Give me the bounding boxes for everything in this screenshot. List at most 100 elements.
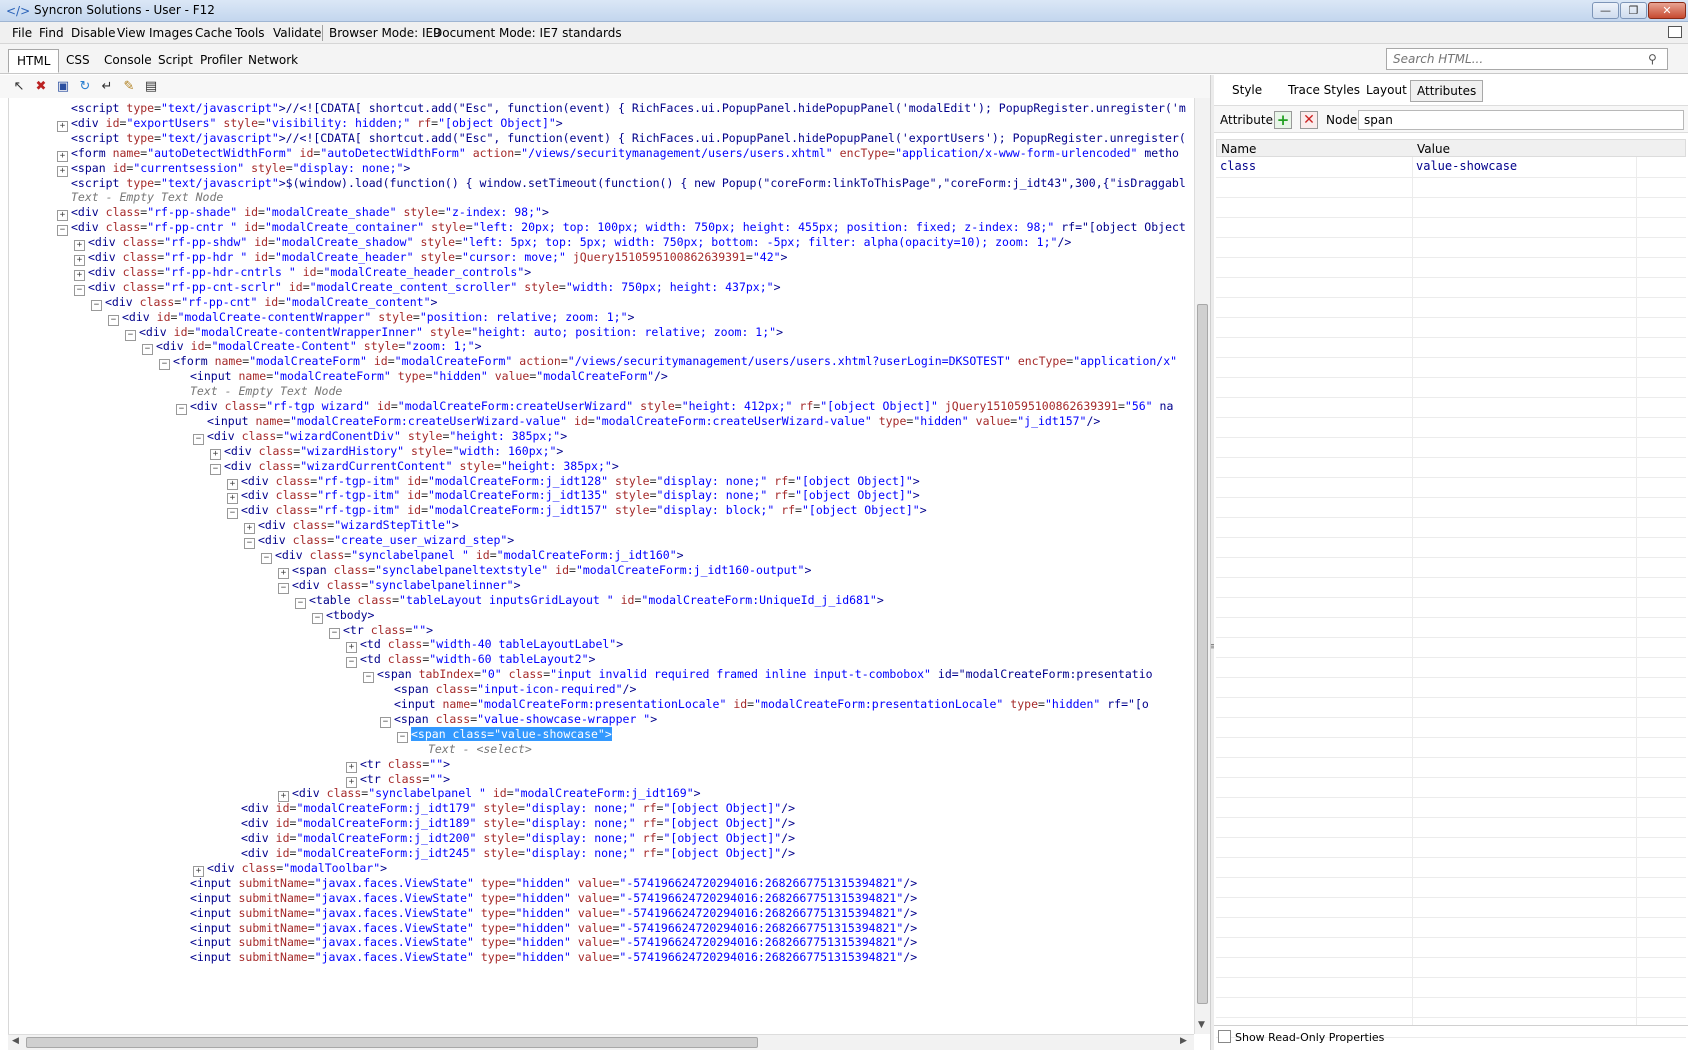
collapse-icon[interactable]: −: [193, 433, 204, 445]
tree-node[interactable]: Text - Empty Text Node: [176, 383, 342, 399]
scroll-down-arrow-icon[interactable]: ▼: [1198, 1020, 1205, 1030]
tab-network[interactable]: Network: [240, 49, 306, 73]
tree-node[interactable]: + <div class="rf-pp-hdr " id="modalCreate…: [74, 249, 787, 266]
menu-images[interactable]: Images: [149, 26, 193, 40]
tree-node[interactable]: <input submitName="javax.faces.ViewState…: [176, 890, 917, 906]
tree-node[interactable]: <script type="text/javascript">//<![CDAT…: [57, 130, 1186, 146]
scroll-left-arrow-icon[interactable]: ◀: [12, 1036, 19, 1046]
menu-validate[interactable]: Validate: [273, 26, 321, 40]
menu-browser-mode[interactable]: Browser Mode: IE9: [329, 26, 441, 40]
tree-node[interactable]: + <div class="synclabelpanel " id="modalC…: [278, 785, 701, 803]
collapse-icon[interactable]: −: [74, 284, 85, 296]
collapse-icon[interactable]: −: [278, 582, 289, 594]
save-icon[interactable]: ▣: [54, 78, 72, 95]
delete-attribute-icon[interactable]: ✕: [1300, 111, 1318, 129]
collapse-icon[interactable]: −: [363, 672, 374, 684]
tree-node[interactable]: <div id="modalCreateForm:j_idt200" style…: [227, 830, 795, 846]
tree-node[interactable]: − <td class="width-60 tableLayout2">: [346, 651, 595, 669]
tree-node[interactable]: + <div class="rf-pp-shade" id="modalCreat…: [57, 204, 549, 222]
collapse-icon[interactable]: −: [312, 612, 323, 624]
tree-node[interactable]: <div id="modalCreateForm:j_idt245" style…: [227, 845, 795, 861]
tree-node[interactable]: − <div class="rf-tgp wizard" id="modalCre…: [176, 398, 1173, 415]
selected-tree-node[interactable]: − <span class="value-showcase">: [397, 726, 612, 743]
tree-node[interactable]: + <div class="rf-tgp-itm" id="modalCreate…: [227, 473, 920, 490]
tree-node[interactable]: − <div id="modalCreate-Content" style="zo…: [142, 338, 482, 356]
tree-node[interactable]: + <div class="rf-tgp-itm" id="modalCreate…: [227, 487, 920, 505]
collapse-icon[interactable]: −: [380, 716, 391, 728]
collapse-icon[interactable]: −: [108, 314, 119, 326]
tree-node[interactable]: + <tr class="">: [346, 756, 450, 773]
tree-node[interactable]: − <div id="modalCreate-contentWrapper" st…: [108, 309, 634, 326]
column-header-name[interactable]: Name: [1221, 142, 1256, 156]
clear-icon[interactable]: ✖: [32, 78, 50, 95]
tree-node[interactable]: − <tr class="">: [329, 622, 433, 639]
tree-horizontal-scrollbar[interactable]: ◀ ▶: [8, 1034, 1194, 1050]
tree-node[interactable]: − <div class="synclabelpanelinner">: [278, 577, 521, 594]
collapse-icon[interactable]: −: [329, 627, 340, 639]
tree-node[interactable]: + <div class="wizardHistory" style="width…: [210, 443, 563, 460]
menu-find[interactable]: Find: [39, 26, 64, 40]
tree-node[interactable]: <input name="modalCreateForm:createUserW…: [193, 413, 1100, 429]
collapse-icon[interactable]: −: [159, 359, 170, 371]
word-wrap-icon[interactable]: ↵: [98, 78, 116, 95]
tab-style[interactable]: Style: [1226, 80, 1268, 102]
tree-node[interactable]: + <div class="modalToolbar">: [193, 860, 387, 877]
node-name-field[interactable]: [1358, 110, 1684, 130]
collapse-icon[interactable]: −: [397, 731, 408, 743]
collapse-icon[interactable]: −: [125, 329, 136, 341]
collapse-icon[interactable]: −: [227, 508, 238, 520]
menu-view[interactable]: View: [117, 26, 145, 40]
collapse-icon[interactable]: −: [91, 299, 102, 311]
tree-node[interactable]: <input name="modalCreateForm:presentatio…: [380, 696, 1149, 712]
tree-node[interactable]: <input submitName="javax.faces.ViewState…: [176, 920, 917, 936]
tree-node[interactable]: + <div class="rf-pp-hdr-cntrls " id="moda…: [74, 264, 531, 281]
tree-node[interactable]: <input submitName="javax.faces.ViewState…: [176, 875, 917, 891]
menu-tools[interactable]: Tools: [235, 26, 265, 40]
tree-node[interactable]: + <span class="synclabelpaneltextstyle" i…: [278, 562, 811, 579]
tree-vertical-scrollbar[interactable]: ▼: [1194, 98, 1210, 1034]
tree-node[interactable]: <script type="text/javascript">//<![CDAT…: [57, 100, 1186, 116]
tree-node[interactable]: − <span class="value-showcase-wrapper ">: [380, 711, 657, 728]
tree-node[interactable]: <input name="modalCreateForm" type="hidd…: [176, 368, 668, 384]
tab-attributes[interactable]: Attributes: [1410, 80, 1484, 102]
vertical-scroll-thumb[interactable]: [1197, 304, 1208, 1004]
attribute-value-cell[interactable]: value-showcase: [1416, 159, 1517, 173]
collapse-icon[interactable]: −: [142, 344, 153, 356]
tree-node[interactable]: − <div class="rf-tgp-itm" id="modalCreate…: [227, 502, 927, 520]
tree-node[interactable]: + <span id="currentsession" style="displa…: [57, 160, 410, 177]
collapse-icon[interactable]: −: [261, 553, 272, 564]
html-dom-tree[interactable]: <script type="text/javascript">//<![CDAT…: [8, 98, 1194, 1034]
tree-node[interactable]: + <div class="rf-pp-shdw" id="modalCreate…: [74, 234, 1071, 252]
tree-node[interactable]: − <div class="rf-pp-cnt" id="modalCreate_…: [91, 294, 437, 311]
collapse-icon[interactable]: −: [176, 404, 187, 415]
tree-node[interactable]: <input submitName="javax.faces.ViewState…: [176, 949, 917, 965]
menu-file[interactable]: File: [12, 26, 32, 40]
tree-node[interactable]: <input submitName="javax.faces.ViewState…: [176, 905, 917, 921]
search-icon[interactable]: ⚲: [1648, 52, 1662, 66]
tree-node[interactable]: − <div class="wizardConentDiv" style="hei…: [193, 428, 567, 445]
tree-node[interactable]: + <div class="wizardStepTitle">: [244, 517, 459, 535]
tree-node[interactable]: <div id="modalCreateForm:j_idt179" style…: [227, 800, 795, 816]
collapse-icon[interactable]: −: [295, 597, 306, 609]
tree-node[interactable]: + <tr class="">: [346, 771, 450, 788]
tree-node[interactable]: − <div class="wizardCurrentContent" style…: [210, 458, 619, 475]
search-input[interactable]: [1386, 48, 1668, 70]
tree-node[interactable]: − <div class="create_user_wizard_step">: [244, 532, 514, 550]
refresh-icon[interactable]: ↻: [76, 78, 94, 95]
collapse-icon[interactable]: −: [244, 538, 255, 550]
close-button[interactable]: ✕: [1648, 2, 1686, 19]
tab-html[interactable]: HTML: [8, 49, 60, 73]
select-element-icon[interactable]: ↖: [10, 78, 28, 95]
tree-node[interactable]: − <div id="modalCreate-contentWrapperInne…: [125, 324, 783, 341]
tree-node[interactable]: − <table class="tableLayout inputsGridLay…: [295, 592, 884, 609]
collapse-icon[interactable]: −: [346, 657, 357, 669]
tab-css[interactable]: CSS: [58, 49, 98, 73]
horizontal-scroll-thumb[interactable]: [26, 1037, 758, 1048]
tree-node[interactable]: + <form name="autoDetectWidthForm" id="au…: [57, 145, 1179, 162]
tree-node[interactable]: − <form name="modalCreateForm" id="modalC…: [159, 353, 1177, 371]
tree-node[interactable]: <div id="modalCreateForm:j_idt189" style…: [227, 815, 795, 831]
tab-layout[interactable]: Layout: [1360, 80, 1413, 102]
maximize-button[interactable]: ❐: [1620, 2, 1647, 19]
tree-node[interactable]: − <tbody>: [312, 607, 374, 624]
tree-node[interactable]: <script type="text/javascript">$(window)…: [57, 175, 1186, 191]
